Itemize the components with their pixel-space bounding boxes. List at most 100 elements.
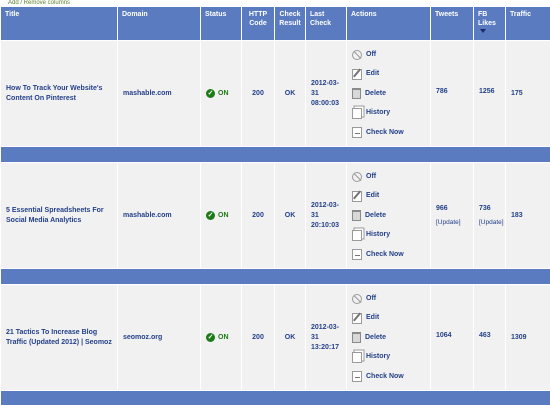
history-icon (352, 351, 362, 363)
row-title-link[interactable]: 21 Tactics To Increase Blog Traffic (Upd… (0, 284, 118, 391)
row-status: ✓ ON (200, 40, 242, 147)
row-domain: mashable.com (117, 162, 201, 269)
sort-desc-icon (480, 29, 486, 33)
table-row: 21 Tactics To Increase Blog Traffic (Upd… (0, 284, 550, 391)
delete-label: Delete (365, 211, 387, 219)
tweets-count: 786 (436, 87, 448, 95)
off-action[interactable]: Off (352, 289, 425, 309)
row-status: ✓ ON (200, 162, 242, 269)
off-label: Off (366, 50, 377, 58)
col-header-check-result[interactable]: Check Result (274, 6, 306, 41)
status-label: ON (218, 333, 229, 341)
row-check-result: OK (274, 162, 306, 269)
row-http-code: 200 (241, 162, 275, 269)
tweets-count: 1064 (436, 331, 452, 339)
edit-icon (352, 312, 362, 324)
check-circle-icon: ✓ (206, 333, 215, 342)
row-domain: seomoz.org (117, 284, 201, 391)
col-header-http-code[interactable]: HTTP Code (241, 6, 275, 41)
check-now-action[interactable]: Check Now (352, 367, 425, 387)
row-traffic: 1309 (505, 284, 550, 391)
row-last-check: 2012-03-31 20:10:03 (305, 162, 347, 269)
off-label: Off (366, 172, 377, 180)
row-traffic: 175 (505, 40, 550, 147)
off-action[interactable]: Off (352, 167, 425, 187)
status-label: ON (218, 211, 229, 219)
col-header-last-check[interactable]: Last Check (305, 6, 347, 41)
edit-action[interactable]: Edit (352, 308, 425, 328)
trash-icon (352, 88, 361, 99)
off-icon (352, 171, 362, 182)
off-icon (352, 49, 362, 60)
check-now-icon (352, 249, 362, 260)
row-check-result: OK (274, 284, 306, 391)
table-row: How To Track Your Website's Content On P… (0, 40, 550, 147)
history-icon (352, 229, 362, 241)
check-circle-icon: ✓ (206, 211, 215, 220)
edit-icon (352, 190, 362, 202)
check-now-label: Check Now (366, 128, 404, 136)
history-label: History (366, 353, 391, 360)
delete-label: Delete (365, 89, 387, 97)
row-separator (0, 268, 550, 285)
off-label: Off (366, 294, 377, 302)
row-fb-likes: 736 [Update] (473, 162, 506, 269)
col-header-actions: Actions (346, 6, 431, 41)
row-separator (0, 146, 550, 163)
row-domain: mashable.com (117, 40, 201, 147)
fb-likes-count: 736 (479, 204, 491, 212)
check-now-action[interactable]: Check Now (352, 123, 425, 143)
fb-likes-count: 463 (479, 331, 491, 339)
row-title-link[interactable]: 5 Essential Spreadsheets For Social Medi… (0, 162, 118, 269)
row-actions: Off Edit Delete History Check Now (346, 40, 431, 147)
row-tweets: 1064 (430, 284, 474, 391)
delete-action[interactable]: Delete (352, 84, 425, 104)
col-header-title[interactable]: Title (0, 6, 118, 41)
urls-table: Title Domain Status HTTP Code Check Resu… (0, 6, 550, 405)
col-header-fb-likes[interactable]: FB Likes (473, 6, 506, 41)
edit-icon (352, 68, 362, 80)
history-action[interactable]: History (352, 347, 425, 367)
delete-label: Delete (365, 333, 387, 341)
check-now-icon (352, 371, 362, 382)
check-now-action[interactable]: Check Now (352, 245, 425, 265)
tweets-count: 966 (436, 204, 448, 212)
history-action[interactable]: History (352, 225, 425, 245)
row-status: ✓ ON (200, 284, 242, 391)
row-title-link[interactable]: How To Track Your Website's Content On P… (0, 40, 118, 147)
row-check-result: OK (274, 40, 306, 147)
row-traffic: 183 (505, 162, 550, 269)
col-header-tweets[interactable]: Tweets (430, 6, 474, 41)
delete-action[interactable]: Delete (352, 206, 425, 226)
fb-likes-count: 1256 (479, 87, 495, 95)
table-row: 5 Essential Spreadsheets For Social Medi… (0, 162, 550, 269)
row-tweets: 786 (430, 40, 474, 147)
check-now-label: Check Now (366, 372, 404, 380)
check-now-label: Check Now (366, 250, 404, 258)
row-actions: Off Edit Delete History Check Now (346, 284, 431, 391)
row-http-code: 200 (241, 40, 275, 147)
history-action[interactable]: History (352, 103, 425, 123)
row-http-code: 200 (241, 284, 275, 391)
status-label: ON (218, 89, 229, 97)
col-header-traffic[interactable]: Traffic (505, 6, 550, 41)
edit-label: Edit (366, 192, 380, 199)
row-last-check: 2012-03-31 08:00:03 (305, 40, 347, 147)
tweets-update-link[interactable]: [Update] (436, 218, 468, 228)
trash-icon (352, 210, 361, 221)
delete-action[interactable]: Delete (352, 328, 425, 348)
edit-action[interactable]: Edit (352, 64, 425, 84)
check-now-icon (352, 127, 362, 138)
off-action[interactable]: Off (352, 45, 425, 65)
edit-action[interactable]: Edit (352, 186, 425, 206)
history-icon (352, 107, 362, 119)
col-header-domain[interactable]: Domain (117, 6, 201, 41)
row-tweets: 966 [Update] (430, 162, 474, 269)
fb-update-link[interactable]: [Update] (479, 218, 504, 228)
row-last-check: 2012-03-31 13:20:17 (305, 284, 347, 391)
row-fb-likes: 1256 (473, 40, 506, 147)
edit-label: Edit (366, 314, 380, 321)
col-header-status[interactable]: Status (200, 6, 242, 41)
table-header-row: Title Domain Status HTTP Code Check Resu… (0, 6, 550, 41)
check-circle-icon: ✓ (206, 89, 215, 98)
